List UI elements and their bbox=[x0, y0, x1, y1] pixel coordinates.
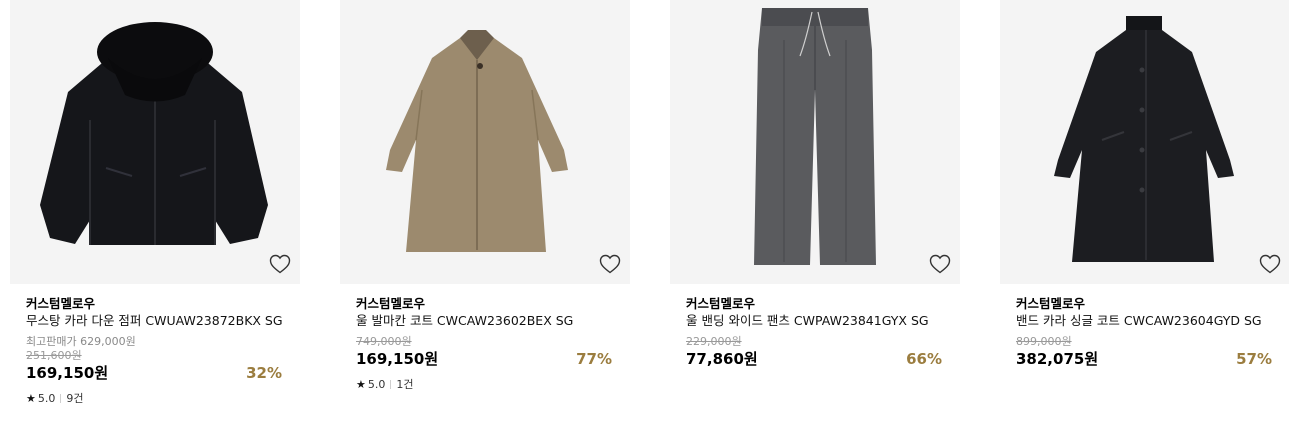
original-price: 899,000원 bbox=[1016, 335, 1072, 348]
brand-name[interactable]: 커스텀멜로우 bbox=[686, 295, 946, 312]
product-image[interactable] bbox=[10, 0, 300, 284]
rating: ★ 5.0 9건 bbox=[26, 392, 286, 406]
grey-wide-pants-image bbox=[754, 8, 876, 265]
review-count: 9건 bbox=[66, 392, 84, 405]
original-price: 229,000원 bbox=[686, 335, 742, 348]
sale-price: 169,150원 bbox=[356, 350, 439, 368]
divider bbox=[390, 380, 392, 389]
brand-name[interactable]: 커스텀멜로우 bbox=[356, 295, 616, 312]
black-down-jacket-image bbox=[40, 22, 268, 245]
beige-coat-image bbox=[386, 30, 568, 252]
original-price: 251,600원 bbox=[26, 349, 82, 362]
price-row: 169,150원 32% bbox=[26, 363, 286, 383]
discount-rate: 77% bbox=[576, 350, 612, 368]
price-row: 77,860원 66% bbox=[686, 349, 946, 369]
divider bbox=[60, 394, 62, 403]
product-image[interactable] bbox=[340, 0, 630, 284]
product-name[interactable]: 무스탕 카라 다운 점퍼 CWUAW23872BKX SG bbox=[26, 312, 286, 329]
brand-name[interactable]: 커스텀멜로우 bbox=[1016, 295, 1276, 312]
product-info: 커스텀멜로우 울 밴딩 와이드 팬츠 CWPAW23841GYX SG 229,… bbox=[670, 284, 960, 369]
star-icon: ★ bbox=[356, 378, 366, 391]
sale-price: 169,150원 bbox=[26, 364, 109, 382]
product-card[interactable]: 커스텀멜로우 울 밴딩 와이드 팬츠 CWPAW23841GYX SG 229,… bbox=[670, 0, 960, 369]
product-card[interactable]: 커스텀멜로우 무스탕 카라 다운 점퍼 CWUAW23872BKX SG 최고판… bbox=[10, 0, 300, 406]
product-name[interactable]: 울 발마칸 코트 CWCAW23602BEX SG bbox=[356, 312, 616, 329]
heart-icon[interactable] bbox=[598, 252, 622, 276]
original-price: 749,000원 bbox=[356, 335, 412, 348]
product-name[interactable]: 울 밴딩 와이드 팬츠 CWPAW23841GYX SG bbox=[686, 312, 946, 329]
product-info: 커스텀멜로우 밴드 카라 싱글 코트 CWCAW23604GYD SG 899,… bbox=[1000, 284, 1289, 369]
rating-score: 5.0 bbox=[367, 378, 386, 391]
product-info: 커스텀멜로우 울 발마칸 코트 CWCAW23602BEX SG 749,000… bbox=[340, 284, 630, 392]
star-icon: ★ bbox=[26, 392, 36, 405]
product-name[interactable]: 밴드 카라 싱글 코트 CWCAW23604GYD SG bbox=[1016, 312, 1276, 329]
sale-price: 77,860원 bbox=[686, 350, 758, 368]
discount-rate: 66% bbox=[906, 350, 942, 368]
discount-rate: 57% bbox=[1236, 350, 1272, 368]
review-count: 1건 bbox=[396, 378, 414, 391]
heart-icon[interactable] bbox=[268, 252, 292, 276]
heart-icon[interactable] bbox=[928, 252, 952, 276]
product-image[interactable] bbox=[670, 0, 960, 284]
price-row: 382,075원 57% bbox=[1016, 349, 1276, 369]
product-info: 커스텀멜로우 무스탕 카라 다운 점퍼 CWUAW23872BKX SG 최고판… bbox=[10, 284, 300, 406]
dark-coat-image bbox=[1054, 16, 1234, 262]
price-row: 169,150원 77% bbox=[356, 349, 616, 369]
product-card[interactable]: 커스텀멜로우 밴드 카라 싱글 코트 CWCAW23604GYD SG 899,… bbox=[1000, 0, 1289, 369]
product-card[interactable]: 커스텀멜로우 울 발마칸 코트 CWCAW23602BEX SG 749,000… bbox=[340, 0, 630, 392]
rating: ★ 5.0 1건 bbox=[356, 378, 616, 392]
rating-score: 5.0 bbox=[37, 392, 56, 405]
heart-icon[interactable] bbox=[1258, 252, 1282, 276]
top-price: 최고판매가 629,000원 bbox=[26, 335, 136, 348]
product-image[interactable] bbox=[1000, 0, 1289, 284]
brand-name[interactable]: 커스텀멜로우 bbox=[26, 295, 286, 312]
product-grid: 커스텀멜로우 무스탕 카라 다운 점퍼 CWUAW23872BKX SG 최고판… bbox=[0, 0, 1289, 438]
discount-rate: 32% bbox=[246, 364, 282, 382]
sale-price: 382,075원 bbox=[1016, 350, 1099, 368]
